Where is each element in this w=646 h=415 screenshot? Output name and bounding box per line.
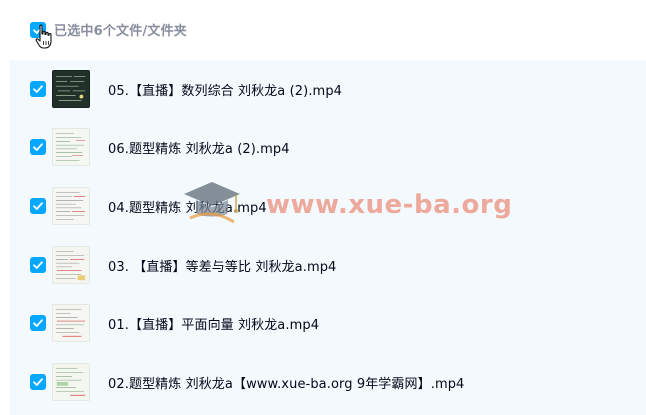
file-name[interactable]: 05.【直播】数列综合 刘秋龙a (2).mp4 xyxy=(108,80,342,99)
file-checkbox[interactable] xyxy=(30,198,46,214)
selection-count-label: 已选中6个文件/文件夹 xyxy=(54,24,187,39)
file-name[interactable]: 06.题型精炼 刘秋龙a (2).mp4 xyxy=(108,138,290,157)
file-checkbox[interactable] xyxy=(30,257,46,273)
file-checkbox[interactable] xyxy=(30,315,46,331)
video-thumbnail xyxy=(52,128,90,166)
video-thumbnail xyxy=(52,304,90,342)
file-row[interactable]: 05.【直播】数列综合 刘秋龙a (2).mp4 xyxy=(10,60,646,118)
selection-header: 已选中6个文件/文件夹 xyxy=(0,0,646,60)
check-icon xyxy=(33,319,43,327)
video-thumbnail xyxy=(52,363,90,401)
file-checkbox[interactable] xyxy=(30,81,46,97)
file-row[interactable]: 01.【直播】平面向量 刘秋龙a.mp4 xyxy=(10,294,646,352)
check-icon xyxy=(33,202,43,210)
file-row[interactable]: 06.题型精炼 刘秋龙a (2).mp4 xyxy=(10,118,646,176)
video-thumbnail xyxy=(52,187,90,225)
file-name[interactable]: 04.题型精炼 刘秋龙a.mp4 xyxy=(108,197,267,216)
video-thumbnail xyxy=(52,70,90,108)
file-row[interactable]: 03. 【直播】等差与等比 刘秋龙a.mp4 xyxy=(10,236,646,294)
check-icon xyxy=(33,261,43,269)
video-thumbnail xyxy=(52,246,90,284)
file-name[interactable]: 01.【直播】平面向量 刘秋龙a.mp4 xyxy=(108,314,319,333)
file-checkbox[interactable] xyxy=(30,139,46,155)
file-checkbox[interactable] xyxy=(30,374,46,390)
check-icon xyxy=(33,85,43,93)
file-row[interactable]: 04.题型精炼 刘秋龙a.mp4 xyxy=(10,177,646,235)
check-icon xyxy=(33,378,43,386)
hand-pointer-icon xyxy=(35,24,52,49)
file-name[interactable]: 03. 【直播】等差与等比 刘秋龙a.mp4 xyxy=(108,256,336,275)
file-row[interactable]: 02.题型精炼 刘秋龙a【www.xue-ba.org 9年学霸网】.mp4 xyxy=(10,353,646,411)
check-icon xyxy=(33,143,43,151)
file-list: 05.【直播】数列综合 刘秋龙a (2).mp4 06.题型精炼 刘秋龙a (2… xyxy=(10,60,646,415)
file-name[interactable]: 02.题型精炼 刘秋龙a【www.xue-ba.org 9年学霸网】.mp4 xyxy=(108,373,464,392)
